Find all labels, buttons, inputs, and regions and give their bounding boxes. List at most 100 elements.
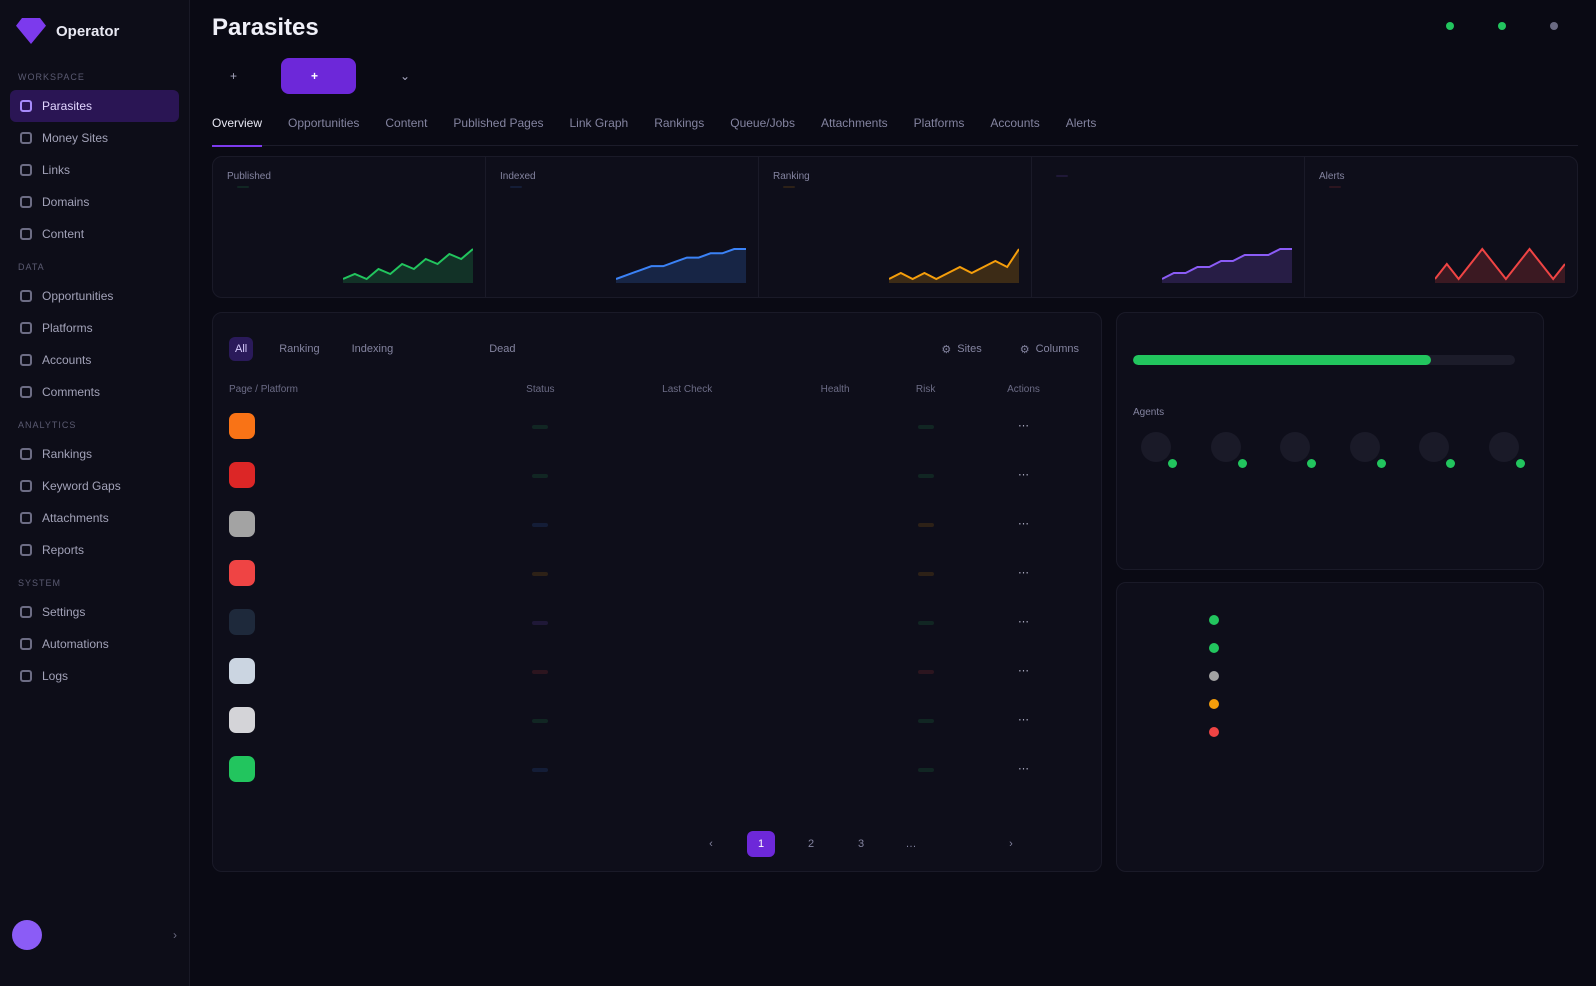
tab-accounts[interactable]: Accounts (990, 116, 1039, 146)
page-cell[interactable] (229, 608, 487, 635)
agent-avatar[interactable] (1210, 432, 1247, 468)
column-header[interactable]: Risk (889, 377, 962, 401)
agent-avatar[interactable] (1419, 432, 1456, 468)
sidebar-item-money-sites[interactable]: Money Sites (10, 122, 179, 154)
row-menu-icon[interactable]: ⋯ (1018, 714, 1029, 726)
column-header[interactable]: Last Check (593, 377, 780, 401)
header-status-item[interactable] (1550, 22, 1566, 30)
page-cell[interactable] (229, 412, 487, 439)
sidebar-item-keyword-gaps[interactable]: Keyword Gaps (10, 470, 179, 502)
sidebar-item-reports[interactable]: Reports (10, 534, 179, 566)
sidebar-item-opportunities[interactable]: Opportunities (10, 280, 179, 312)
stat-card[interactable] (1032, 157, 1305, 297)
tab-attachments[interactable]: Attachments (821, 116, 888, 146)
page-cell[interactable] (229, 510, 487, 537)
header-status-item[interactable] (1498, 22, 1514, 30)
agent-avatar[interactable] (1349, 432, 1386, 468)
agent-avatar[interactable] (1488, 432, 1525, 468)
page-cell[interactable] (229, 706, 487, 733)
tab-content[interactable]: Content (385, 116, 427, 146)
sidebar-item-platforms[interactable]: Platforms (10, 312, 179, 344)
agent-avatar[interactable] (1280, 432, 1317, 468)
page-cell[interactable] (229, 559, 487, 586)
tab-platforms[interactable]: Platforms (914, 116, 965, 146)
table-row[interactable]: ⋯ (229, 548, 1085, 597)
plus-icon: + (230, 69, 238, 83)
table-row[interactable]: ⋯ (229, 401, 1085, 450)
stat-card[interactable]: Ranking (759, 157, 1032, 297)
sidebar-item-content[interactable]: Content (10, 218, 179, 250)
sidebar-item-logs[interactable]: Logs (10, 660, 179, 692)
tab-queue-jobs[interactable]: Queue/Jobs (730, 116, 795, 146)
sidebar-item-settings[interactable]: Settings (10, 596, 179, 628)
page-button[interactable]: 3 (847, 831, 875, 857)
user-profile[interactable]: › (12, 920, 177, 950)
agent-avatar[interactable] (1141, 432, 1177, 468)
row-menu-icon[interactable]: ⋯ (1018, 469, 1029, 481)
sidebar-item-links[interactable]: Links (10, 154, 179, 186)
tab-published-pages[interactable]: Published Pages (453, 116, 543, 146)
row-menu-icon[interactable]: ⋯ (1018, 420, 1029, 432)
prev-page-icon[interactable]: ‹ (697, 831, 725, 857)
more-actions-button[interactable]: ⌄ (374, 58, 428, 94)
sidebar-item-automations[interactable]: Automations (10, 628, 179, 660)
filter-chip-indexing[interactable]: Indexing (346, 337, 400, 361)
page-cell[interactable] (229, 657, 487, 684)
activity-item[interactable] (1133, 613, 1527, 625)
sidebar-item-rankings[interactable]: Rankings (10, 438, 179, 470)
page-button[interactable]: 2 (797, 831, 825, 857)
table-row[interactable]: ⋯ (229, 499, 1085, 548)
row-menu-icon[interactable]: ⋯ (1018, 763, 1029, 775)
table-row[interactable]: ⋯ (229, 695, 1085, 744)
filter-action-columns[interactable]: ⚙ Columns (1014, 337, 1085, 361)
activity-item[interactable] (1133, 697, 1527, 709)
tab-rankings[interactable]: Rankings (654, 116, 704, 146)
tab-link-graph[interactable]: Link Graph (570, 116, 629, 146)
stat-card[interactable]: Alerts (1305, 157, 1577, 297)
sidebar-item-parasites[interactable]: Parasites (10, 90, 179, 122)
sidebar-item-attachments[interactable]: Attachments (10, 502, 179, 534)
brand[interactable]: Operator (16, 18, 173, 44)
row-menu-icon[interactable]: ⋯ (1018, 518, 1029, 530)
page-cell[interactable] (229, 755, 487, 782)
filter-chip-dead[interactable]: Dead (483, 337, 521, 361)
filter-chip-ranking[interactable]: Ranking (273, 337, 325, 361)
page-button[interactable]: … (897, 831, 925, 857)
tab-overview[interactable]: Overview (212, 116, 263, 147)
page-cell[interactable] (229, 461, 487, 488)
sidebar-item-accounts[interactable]: Accounts (10, 344, 179, 376)
column-header[interactable]: Actions (962, 377, 1085, 401)
sidebar-item-domains[interactable]: Domains (10, 186, 179, 218)
activity-item[interactable] (1133, 641, 1527, 653)
table-row[interactable]: ⋯ (229, 450, 1085, 499)
activity-item[interactable] (1133, 725, 1527, 737)
column-header[interactable]: Page / Platform (229, 377, 487, 401)
activity-item[interactable] (1133, 669, 1527, 681)
row-menu-icon[interactable]: ⋯ (1018, 567, 1029, 579)
header-status-item[interactable] (1446, 22, 1462, 30)
tab-opportunities[interactable]: Opportunities (288, 116, 359, 146)
row-menu-icon[interactable]: ⋯ (1018, 665, 1029, 677)
next-page-icon[interactable]: › (997, 831, 1025, 857)
filter-chip-item[interactable] (419, 337, 431, 361)
page-button[interactable] (947, 831, 975, 857)
table-row[interactable]: ⋯ (229, 597, 1085, 646)
filter-action-sites[interactable]: ⚙ Sites (935, 337, 987, 361)
primary-button[interactable]: + (281, 58, 357, 94)
table-row[interactable]: ⋯ (229, 646, 1085, 695)
filter-chip-item[interactable] (451, 337, 463, 361)
table-row[interactable]: ⋯ (229, 744, 1085, 793)
tab-label: Platforms (913, 116, 965, 130)
filter-chip-all[interactable]: All (229, 337, 254, 361)
page-button[interactable]: 1 (747, 831, 775, 857)
chevron-icon[interactable]: › (173, 928, 177, 942)
row-menu-icon[interactable]: ⋯ (1018, 616, 1029, 628)
secondary-button[interactable]: + (212, 58, 263, 94)
stat-card[interactable]: Published (213, 157, 486, 297)
agents-list (1133, 432, 1527, 468)
stat-card[interactable]: Indexed (486, 157, 759, 297)
column-header[interactable]: Health (781, 377, 889, 401)
tab-alerts[interactable]: Alerts (1066, 116, 1097, 146)
column-header[interactable]: Status (487, 377, 593, 401)
sidebar-item-comments[interactable]: Comments (10, 376, 179, 408)
